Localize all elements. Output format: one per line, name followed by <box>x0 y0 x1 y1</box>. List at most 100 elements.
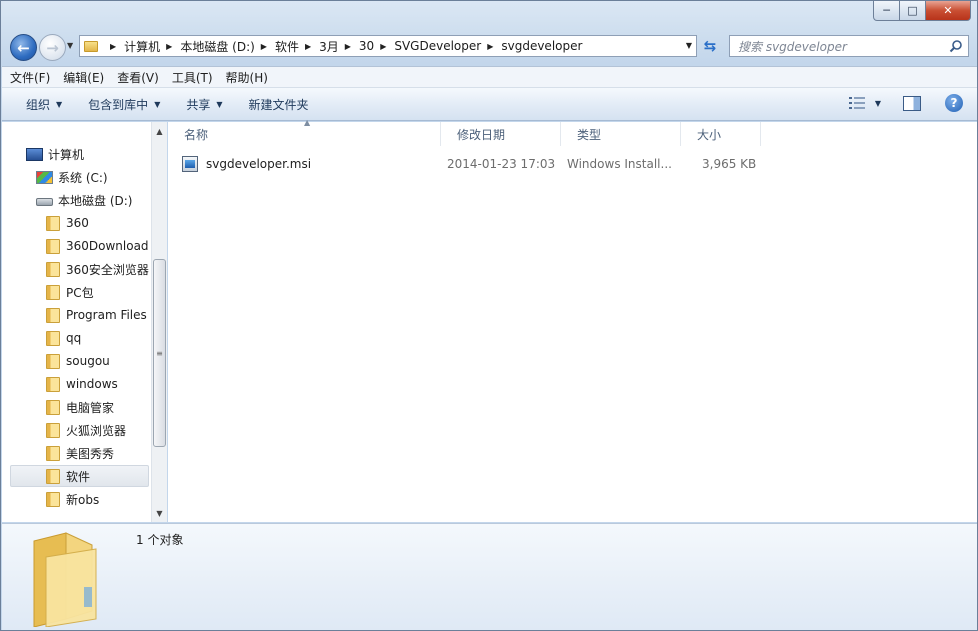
scroll-thumb[interactable]: ≡ <box>153 259 166 447</box>
chevron-right-icon[interactable]: ▶ <box>487 42 493 51</box>
folder-icon <box>46 491 60 507</box>
tree-item-label: windows <box>66 377 118 391</box>
table-row[interactable]: svgdeveloper.msi 2014-01-23 17:03 Window… <box>182 153 772 175</box>
tree-item-label: 新obs <box>66 492 100 507</box>
back-button[interactable]: ← <box>10 34 37 61</box>
breadcrumb-item[interactable]: ▶ 计算机 <box>104 38 160 55</box>
folder-icon <box>46 330 60 346</box>
chevron-right-icon[interactable]: ▶ <box>380 42 386 51</box>
file-size: 3,965 KB <box>702 157 757 171</box>
column-header-type[interactable]: 类型 <box>561 122 681 146</box>
command-button[interactable]: 组织 ▼ <box>26 96 62 113</box>
folder-icon <box>33 532 97 627</box>
column-header-name[interactable]: 名称 ▲ <box>168 118 441 146</box>
tree-item-label: 系统 (C:) <box>58 170 108 185</box>
chevron-right-icon[interactable]: ▶ <box>345 42 351 51</box>
breadcrumb-item[interactable]: ▶ 本地磁盘 (D:) <box>160 38 255 55</box>
recent-pages-dropdown[interactable]: ▼ <box>67 41 73 50</box>
folder-icon <box>84 40 98 52</box>
tree-item-label: sougou <box>66 354 110 368</box>
menu-item[interactable]: 查看(V) <box>117 69 159 86</box>
command-label: 包含到库中 <box>88 97 149 112</box>
tree-item[interactable]: 系统 (C:) <box>36 166 108 188</box>
chevron-down-icon: ▼ <box>216 99 223 109</box>
change-view-icon[interactable] <box>848 96 865 110</box>
breadcrumb-item[interactable]: ▶ 软件 <box>255 38 299 55</box>
column-label: 类型 <box>577 127 602 142</box>
column-label: 大小 <box>697 127 722 142</box>
computer-icon <box>26 147 43 161</box>
breadcrumb-item[interactable]: ▶ SVGDeveloper <box>374 39 481 53</box>
command-button[interactable]: 共享 ▼ <box>186 96 222 113</box>
tree-item[interactable]: 新obs <box>46 488 99 510</box>
folder-icon <box>46 215 60 231</box>
column-header-size[interactable]: 大小 <box>681 122 761 146</box>
breadcrumb-item[interactable]: ▶ svgdeveloper <box>481 39 582 53</box>
command-button[interactable]: 新建文件夹 <box>249 96 309 113</box>
folder-icon <box>46 284 60 300</box>
tree-item[interactable]: 电脑管家 <box>46 396 114 418</box>
tree-item[interactable]: PC包 <box>46 281 94 303</box>
column-header-modified[interactable]: 修改日期 <box>441 122 561 146</box>
tree-item[interactable]: 火狐浏览器 <box>46 419 126 441</box>
tree-item[interactable]: 360 <box>46 212 89 234</box>
chevron-right-icon[interactable]: ▶ <box>166 42 172 51</box>
scroll-up-arrow[interactable]: ▲ <box>152 123 167 139</box>
refresh-button[interactable]: ⇆ <box>699 35 721 57</box>
tree-item[interactable]: 本地磁盘 (D:) <box>36 189 132 211</box>
address-history-dropdown[interactable]: ▼ <box>686 41 692 50</box>
tree-item[interactable]: windows <box>46 373 118 395</box>
tree-item[interactable]: 美图秀秀 <box>46 442 114 464</box>
command-label: 组织 <box>26 97 51 112</box>
address-bar[interactable]: ▶ 计算机 ▶ 本地磁盘 (D:) ▶ 软件 ▶ 3月 ▶ 30 ▶ SVGDeveloper ▶ svg… <box>79 35 697 57</box>
scroll-down-arrow[interactable]: ▼ <box>152 505 167 521</box>
menu-item[interactable]: 帮助(H) <box>226 69 268 86</box>
folder-icon <box>46 422 60 438</box>
search-icon[interactable] <box>949 39 963 53</box>
tree-item-label: 美图秀秀 <box>66 446 115 461</box>
navigation-scrollbar[interactable]: ▲ ≡ ▼ <box>151 122 167 522</box>
help-icon[interactable]: ? <box>945 94 963 112</box>
folder-icon <box>46 307 60 323</box>
breadcrumb-label: 30 <box>358 39 375 53</box>
sort-ascending-icon: ▲ <box>304 118 311 127</box>
tree-item-label: 360安全浏览器 <box>66 262 149 277</box>
close-button[interactable]: ✕ <box>926 1 971 21</box>
preview-pane-icon[interactable] <box>903 95 921 111</box>
forward-button[interactable]: → <box>39 34 66 61</box>
chevron-down-icon: ▼ <box>154 99 161 109</box>
chevron-right-icon[interactable]: ▶ <box>110 42 116 51</box>
minimize-button[interactable]: ─ <box>873 1 900 21</box>
menu-item[interactable]: 编辑(E) <box>63 69 104 86</box>
view-options-dropdown[interactable]: ▼ <box>875 99 881 108</box>
search-input[interactable]: 搜索 svgdeveloper <box>729 35 969 57</box>
tree-item[interactable]: qq <box>46 327 81 349</box>
menu-item[interactable]: 文件(F) <box>10 69 50 86</box>
tree-item[interactable]: 360安全浏览器 <box>46 258 149 280</box>
breadcrumb-item[interactable]: ▶ 3月 <box>299 38 339 55</box>
tree-item[interactable]: 计算机 <box>26 143 84 165</box>
file-modified: 2014-01-23 17:03 <box>447 157 556 171</box>
maximize-button[interactable]: □ <box>900 1 926 21</box>
chevron-right-icon[interactable]: ▶ <box>305 42 311 51</box>
tree-item-label: 本地磁盘 (D:) <box>58 193 133 208</box>
breadcrumb-item[interactable]: ▶ 30 <box>339 39 374 53</box>
tree-item[interactable]: 软件 <box>10 465 149 487</box>
tree-item[interactable]: 360Download <box>46 235 149 257</box>
folder-icon <box>46 353 60 369</box>
menu-item[interactable]: 工具(T) <box>172 69 213 86</box>
tree-item-label: qq <box>66 331 82 345</box>
tree-item[interactable]: Program Files <box>46 304 147 326</box>
file-list: 名称 ▲ 修改日期 类型 大小 svgdeveloper.msi 2014-01… <box>168 118 977 522</box>
command-button[interactable]: 包含到库中 ▼ <box>88 96 160 113</box>
command-label: 共享 <box>186 97 211 112</box>
folder-icon <box>46 261 60 277</box>
breadcrumb-label: svgdeveloper <box>501 39 583 53</box>
menu-bar: 文件(F) 编辑(E) 查看(V) 工具(T) 帮助(H) <box>2 66 977 88</box>
tree-item[interactable]: sougou <box>46 350 110 372</box>
tree-item-label: 软件 <box>66 469 91 484</box>
breadcrumb-label: SVGDeveloper <box>394 39 482 53</box>
chevron-right-icon[interactable]: ▶ <box>261 42 267 51</box>
command-bar: 组织 ▼ 包含到库中 ▼ 共享 ▼ 新建文件夹 ▼ ? <box>2 88 977 121</box>
breadcrumb-label: 3月 <box>319 39 339 54</box>
